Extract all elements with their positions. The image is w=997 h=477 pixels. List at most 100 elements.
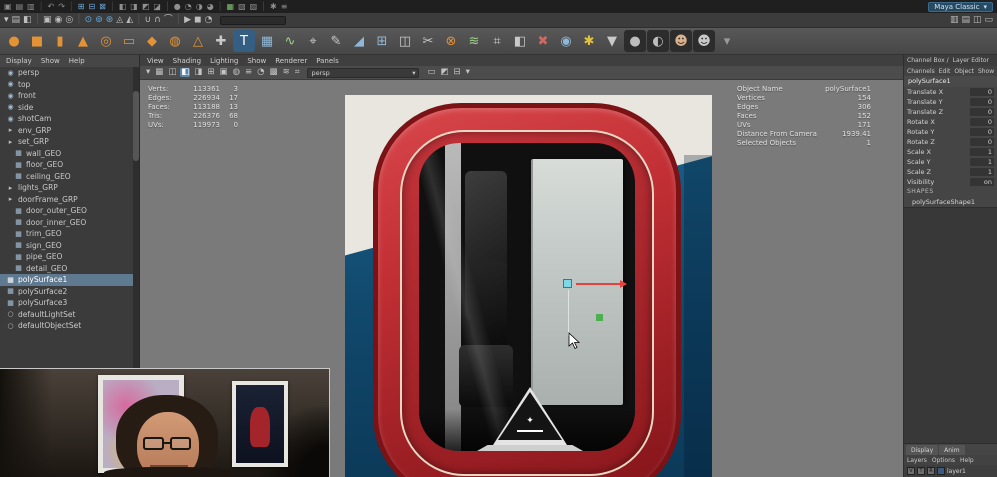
outliner-item[interactable]: ▦ polySurface2 <box>0 286 133 298</box>
shelf-tool-icon[interactable]: ✂ <box>417 30 439 52</box>
titlebar-icon[interactable]: ◧ <box>119 2 127 11</box>
layer-editor-tab[interactable]: Anim <box>939 445 965 455</box>
channel-box-menu-item[interactable]: Channels <box>907 68 935 75</box>
viewport-toolbar-icon[interactable]: ▭ <box>426 68 436 77</box>
channel-box-tab[interactable]: Channel Box / <box>907 57 949 64</box>
statusline-icon[interactable]: ⊚ <box>95 15 103 25</box>
outliner-item[interactable]: ◉ front <box>0 90 133 102</box>
viewport-toolbar-icon[interactable]: ≋ <box>282 68 291 77</box>
shelf-tool-icon[interactable]: ◐ <box>647 30 669 52</box>
channel-box-menu-item[interactable]: Show <box>978 68 994 75</box>
statusline-icon[interactable]: ⊛ <box>106 15 114 25</box>
shelf-tool-icon[interactable]: ✖ <box>532 30 554 52</box>
outliner-item[interactable]: ▦ polySurface3 <box>0 297 133 309</box>
titlebar-icon[interactable]: ⊟ <box>88 2 95 11</box>
outliner-item[interactable]: ○ defaultObjectSet <box>0 320 133 332</box>
channel-attribute-value[interactable]: 0 <box>970 118 994 126</box>
statusline-icon[interactable]: │ <box>136 15 141 25</box>
statusline-icon[interactable]: ▾ <box>4 15 9 25</box>
viewport-toolbar-icon[interactable]: ◍ <box>232 68 241 77</box>
viewport-menu-item[interactable]: View <box>147 57 164 65</box>
channel-attribute-row[interactable]: Translate Y 0 <box>904 97 997 107</box>
channel-attribute-value[interactable]: 1 <box>970 158 994 166</box>
titlebar-icon[interactable]: ◨ <box>130 2 138 11</box>
layer-name[interactable]: layer1 <box>947 468 966 475</box>
shelf-tool-icon[interactable]: ▼ <box>601 30 623 52</box>
outliner-item[interactable]: ▦ door_outer_GEO <box>0 205 133 217</box>
outliner-item[interactable]: ◉ side <box>0 102 133 114</box>
shelf-tool-icon[interactable]: ■ <box>26 30 48 52</box>
camera-selector-field[interactable]: persp ▾ <box>307 67 420 78</box>
outliner-item[interactable]: ▦ wall_GEO <box>0 148 133 160</box>
titlebar-icon[interactable]: ⊠ <box>99 2 106 11</box>
titlebar-icon[interactable]: ↶ <box>48 2 55 11</box>
titlebar-icon[interactable]: │ <box>218 2 223 11</box>
statusline-icon[interactable]: ◉ <box>55 15 63 25</box>
statusline-icon[interactable]: ⊙ <box>85 15 93 25</box>
workspace-selector[interactable]: Maya Classic ▾ <box>928 1 993 12</box>
shelf-tool-icon[interactable]: ◫ <box>394 30 416 52</box>
shelf-tool-icon[interactable]: ☻ <box>670 30 692 52</box>
door-frame[interactable]: ✦ <box>373 103 681 477</box>
viewport-toolbar-icon[interactable]: ▩ <box>269 68 279 77</box>
viewport-menu-item[interactable]: Shading <box>173 57 201 65</box>
titlebar-icon[interactable]: ✱ <box>270 2 277 11</box>
outliner-item[interactable]: ▦ door_inner_GEO <box>0 217 133 229</box>
layer-editor-menu-item[interactable]: Help <box>960 457 974 464</box>
outliner-item[interactable]: ▸ set_GRP <box>0 136 133 148</box>
shelf-tool-icon[interactable]: T <box>233 30 255 52</box>
move-manipulator-center-handle[interactable] <box>563 279 572 288</box>
channel-attribute-row[interactable]: Scale Z 1 <box>904 167 997 177</box>
shelf-tool-icon[interactable]: ● <box>624 30 646 52</box>
channel-attribute-value[interactable]: on <box>970 178 994 186</box>
channel-attribute-value[interactable]: 1 <box>970 168 994 176</box>
shelf-tool-icon[interactable]: ⌗ <box>486 30 508 52</box>
channel-attribute-row[interactable]: Rotate Z 0 <box>904 137 997 147</box>
statusline-icon[interactable]: ▣ <box>43 15 52 25</box>
layer-row[interactable]: V T R layer1 <box>904 465 997 477</box>
titlebar-icon[interactable]: ● <box>174 2 181 11</box>
statusline-icon[interactable]: ▤ <box>12 15 21 25</box>
shelf-tool-icon[interactable]: ◎ <box>95 30 117 52</box>
outliner-item[interactable]: ▦ pipe_GEO <box>0 251 133 263</box>
channel-attribute-row[interactable]: Rotate X 0 <box>904 117 997 127</box>
titlebar-icon[interactable]: ▦ <box>227 2 235 11</box>
shelf-tool-icon[interactable]: ▮ <box>49 30 71 52</box>
shelf-tool-icon[interactable]: △ <box>187 30 209 52</box>
viewport-menu-item[interactable]: Show <box>247 57 266 65</box>
viewport-toolbar-icon[interactable]: ◩ <box>440 68 450 77</box>
channel-attribute-row[interactable]: Rotate Y 0 <box>904 127 997 137</box>
outliner-item[interactable]: ▸ lights_GRP <box>0 182 133 194</box>
channel-attribute-value[interactable]: 0 <box>970 98 994 106</box>
titlebar-icon[interactable]: │ <box>110 2 115 11</box>
titlebar-icon[interactable]: ▤ <box>16 2 24 11</box>
shelf-tool-icon[interactable]: ✚ <box>210 30 232 52</box>
titlebar-icon[interactable]: │ <box>261 2 266 11</box>
statusline-icon[interactable]: ◼ <box>194 15 201 25</box>
titlebar-icon[interactable]: ◕ <box>207 2 214 11</box>
shelf-tool-icon[interactable]: ▲ <box>72 30 94 52</box>
outliner-menu-item[interactable]: Display <box>6 57 32 65</box>
statusline-icon[interactable]: ⌒ <box>164 15 173 25</box>
shelf-tool-icon[interactable]: ◆ <box>141 30 163 52</box>
statusline-icon[interactable]: ∩ <box>154 15 161 25</box>
titlebar-icon[interactable]: ▨ <box>250 2 258 11</box>
channel-attribute-value[interactable]: 1 <box>970 148 994 156</box>
titlebar-icon[interactable]: ◔ <box>185 2 192 11</box>
shelf-tool-icon[interactable]: ◍ <box>164 30 186 52</box>
channel-box-menu-item[interactable]: Object <box>954 68 974 75</box>
shelf-tool-icon[interactable]: ∿ <box>279 30 301 52</box>
outliner-item[interactable]: ◉ persp <box>0 67 133 79</box>
channel-attribute-row[interactable]: Translate X 0 <box>904 87 997 97</box>
titlebar-icon[interactable]: │ <box>69 2 74 11</box>
shelf-tool-icon[interactable]: ▦ <box>256 30 278 52</box>
outliner-item[interactable]: ▦ ceiling_GEO <box>0 171 133 183</box>
statusline-icon[interactable]: │ <box>35 15 40 25</box>
statusline-icon[interactable]: ∪ <box>145 15 152 25</box>
layer-color-swatch[interactable] <box>937 467 945 475</box>
shelf-tool-icon[interactable]: ⊗ <box>440 30 462 52</box>
shelf-tool-icon[interactable]: ✱ <box>578 30 600 52</box>
channel-attribute-value[interactable]: 0 <box>970 108 994 116</box>
sliding-door-panel[interactable] <box>531 159 623 405</box>
layer-visibility-toggle[interactable]: V <box>907 467 915 475</box>
